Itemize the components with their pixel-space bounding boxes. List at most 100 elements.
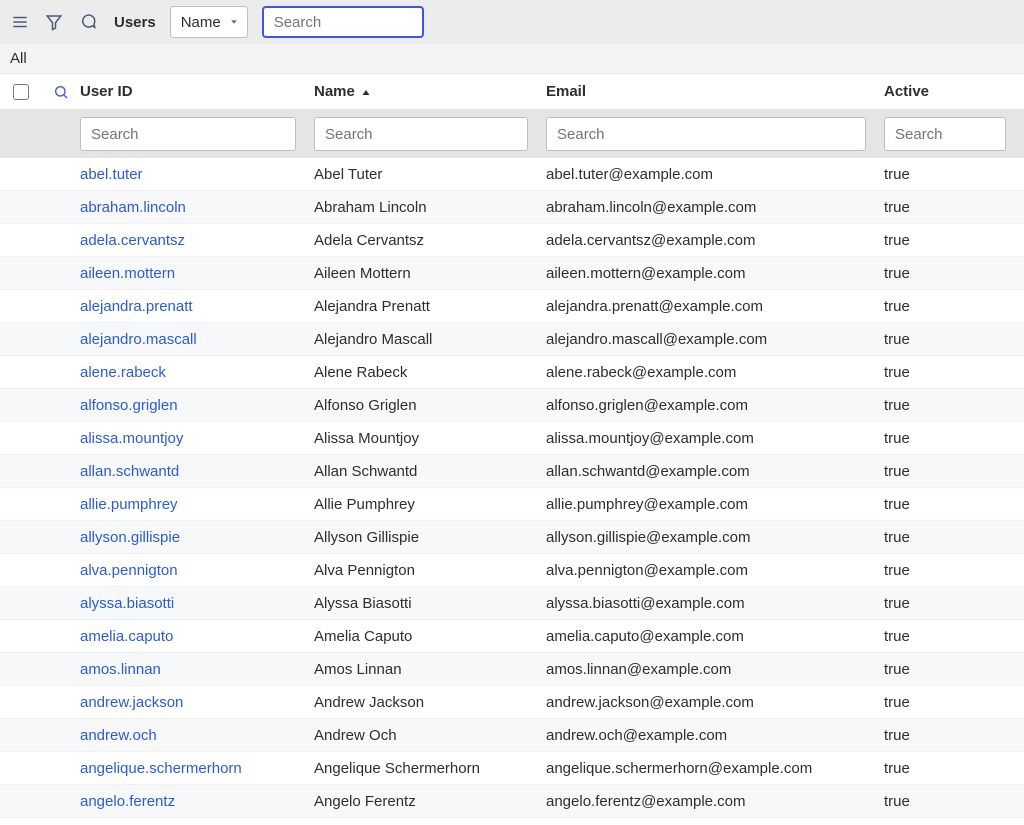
email-cell: angelo.ferentz@example.com: [546, 793, 884, 810]
user-id-link[interactable]: alyssa.biasotti: [80, 595, 174, 612]
column-headers: User ID Name Email Active: [0, 74, 1024, 110]
email-cell: angelique.schermerhorn@example.com: [546, 760, 884, 777]
email-cell: allan.schwantd@example.com: [546, 463, 884, 480]
name-cell: Alene Rabeck: [314, 364, 546, 381]
table-row: abel.tuter Abel Tuterabel.tuter@example.c…: [0, 158, 1024, 191]
name-cell: Angelique Schermerhorn: [314, 760, 546, 777]
name-cell: Alva Pennigton: [314, 562, 546, 579]
user-id-link[interactable]: angelo.ferentz: [80, 793, 175, 810]
name-cell: Amelia Caputo: [314, 628, 546, 645]
user-id-link[interactable]: allan.schwantd: [80, 463, 179, 480]
email-cell: abel.tuter@example.com: [546, 166, 884, 183]
user-id-link[interactable]: adela.cervantsz: [80, 232, 185, 249]
table-row: andrew.ochAndrew Ochandrew.och@example.c…: [0, 719, 1024, 752]
user-id-link[interactable]: alene.rabeck: [80, 364, 166, 381]
name-cell: Allyson Gillispie: [314, 529, 546, 546]
active-cell: true: [884, 265, 1024, 282]
user-id-link[interactable]: alejandro.mascall: [80, 331, 197, 348]
breadcrumb-all[interactable]: All: [10, 50, 27, 67]
global-search-input[interactable]: [262, 6, 424, 38]
table-row: angelique.schermerhorn Angelique Schermer…: [0, 752, 1024, 785]
email-cell: alissa.mountjoy@example.com: [546, 430, 884, 447]
name-cell: Alejandro Mascall: [314, 331, 546, 348]
active-cell: true: [884, 298, 1024, 315]
name-cell: Angelo Ferentz: [314, 793, 546, 810]
table-body: abel.tuter Abel Tuterabel.tuter@example.c…: [0, 158, 1024, 818]
table-row: andrew.jackson Andrew Jacksonandrew.jacks…: [0, 686, 1024, 719]
user-id-link[interactable]: alva.pennigton: [80, 562, 178, 579]
table-row: amelia.caputo Amelia Caputoamelia.caputo@…: [0, 620, 1024, 653]
user-id-link[interactable]: angelique.schermerhorn: [80, 760, 242, 777]
email-cell: adela.cervantsz@example.com: [546, 232, 884, 249]
user-id-link[interactable]: allyson.gillispie: [80, 529, 180, 546]
table-row: alissa.mountjoy Alissa Mountjoyalissa.mou…: [0, 422, 1024, 455]
active-cell: true: [884, 232, 1024, 249]
chevron-down-icon: [229, 17, 239, 27]
table-row: amos.linnan Amos Linnanamos.linnan@exampl…: [0, 653, 1024, 686]
active-cell: true: [884, 628, 1024, 645]
name-cell: Allie Pumphrey: [314, 496, 546, 513]
name-cell: Amos Linnan: [314, 661, 546, 678]
active-cell: true: [884, 694, 1024, 711]
email-cell: amelia.caputo@example.com: [546, 628, 884, 645]
sort-ascending-icon: [360, 86, 372, 98]
name-cell: Abel Tuter: [314, 166, 546, 183]
user-id-link[interactable]: alfonso.griglen: [80, 397, 178, 414]
column-header-email[interactable]: Email: [546, 83, 884, 100]
column-header-user-id[interactable]: User ID: [80, 83, 314, 100]
menu-icon[interactable]: [10, 12, 30, 32]
active-cell: true: [884, 529, 1024, 546]
user-id-link[interactable]: amos.linnan: [80, 661, 161, 678]
user-id-link[interactable]: abraham.lincoln: [80, 199, 186, 216]
user-id-link[interactable]: amelia.caputo: [80, 628, 173, 645]
table-row: adela.cervantszAdela Cervantszadela.cerv…: [0, 224, 1024, 257]
search-name-input[interactable]: [314, 117, 528, 151]
table-row: angelo.ferentz Angelo Ferentzangelo.feren…: [0, 785, 1024, 818]
active-cell: true: [884, 364, 1024, 381]
active-cell: true: [884, 397, 1024, 414]
email-cell: amos.linnan@example.com: [546, 661, 884, 678]
active-cell: true: [884, 661, 1024, 678]
name-cell: Andrew Och: [314, 727, 546, 744]
user-id-link[interactable]: alissa.mountjoy: [80, 430, 183, 447]
active-cell: true: [884, 496, 1024, 513]
select-all-checkbox[interactable]: [13, 84, 29, 100]
filter-icon[interactable]: [44, 12, 64, 32]
table-row: allan.schwantdAllan Schwantdallan.schwan…: [0, 455, 1024, 488]
user-id-link[interactable]: allie.pumphrey: [80, 496, 178, 513]
user-id-link[interactable]: alejandra.prenatt: [80, 298, 193, 315]
email-cell: alfonso.griglen@example.com: [546, 397, 884, 414]
personalize-search-icon[interactable]: [42, 84, 80, 100]
active-cell: true: [884, 331, 1024, 348]
user-id-link[interactable]: abel.tuter: [80, 166, 143, 183]
name-cell: Alfonso Griglen: [314, 397, 546, 414]
email-cell: alejandro.mascall@example.com: [546, 331, 884, 348]
module-label: Users: [114, 14, 156, 31]
table-row: alfonso.griglen Alfonso Griglenalfonso.gr…: [0, 389, 1024, 422]
email-cell: allie.pumphrey@example.com: [546, 496, 884, 513]
chat-icon[interactable]: [78, 12, 98, 32]
column-header-active[interactable]: Active: [884, 83, 1024, 100]
email-cell: andrew.jackson@example.com: [546, 694, 884, 711]
table-row: alene.rabeckAlene Rabeckalene.rabeck@exa…: [0, 356, 1024, 389]
email-cell: abraham.lincoln@example.com: [546, 199, 884, 216]
name-cell: Aileen Mottern: [314, 265, 546, 282]
search-active-input[interactable]: [884, 117, 1006, 151]
user-id-link[interactable]: andrew.och: [80, 727, 157, 744]
name-cell: Andrew Jackson: [314, 694, 546, 711]
email-cell: allyson.gillispie@example.com: [546, 529, 884, 546]
search-user-id-input[interactable]: [80, 117, 296, 151]
column-header-name[interactable]: Name: [314, 83, 546, 100]
active-cell: true: [884, 166, 1024, 183]
user-id-link[interactable]: aileen.mottern: [80, 265, 175, 282]
user-id-link[interactable]: andrew.jackson: [80, 694, 183, 711]
active-cell: true: [884, 760, 1024, 777]
name-cell: Alyssa Biasotti: [314, 595, 546, 612]
search-email-input[interactable]: [546, 117, 866, 151]
name-cell: Alissa Mountjoy: [314, 430, 546, 447]
top-toolbar: Users Name: [0, 0, 1024, 44]
breadcrumb-bar: All: [0, 44, 1024, 74]
table-row: alejandra.prenattAlejandra Prenattalejan…: [0, 290, 1024, 323]
table-row: abraham.lincolnAbraham Lincolnabraham.li…: [0, 191, 1024, 224]
search-field-select[interactable]: Name: [170, 6, 248, 38]
